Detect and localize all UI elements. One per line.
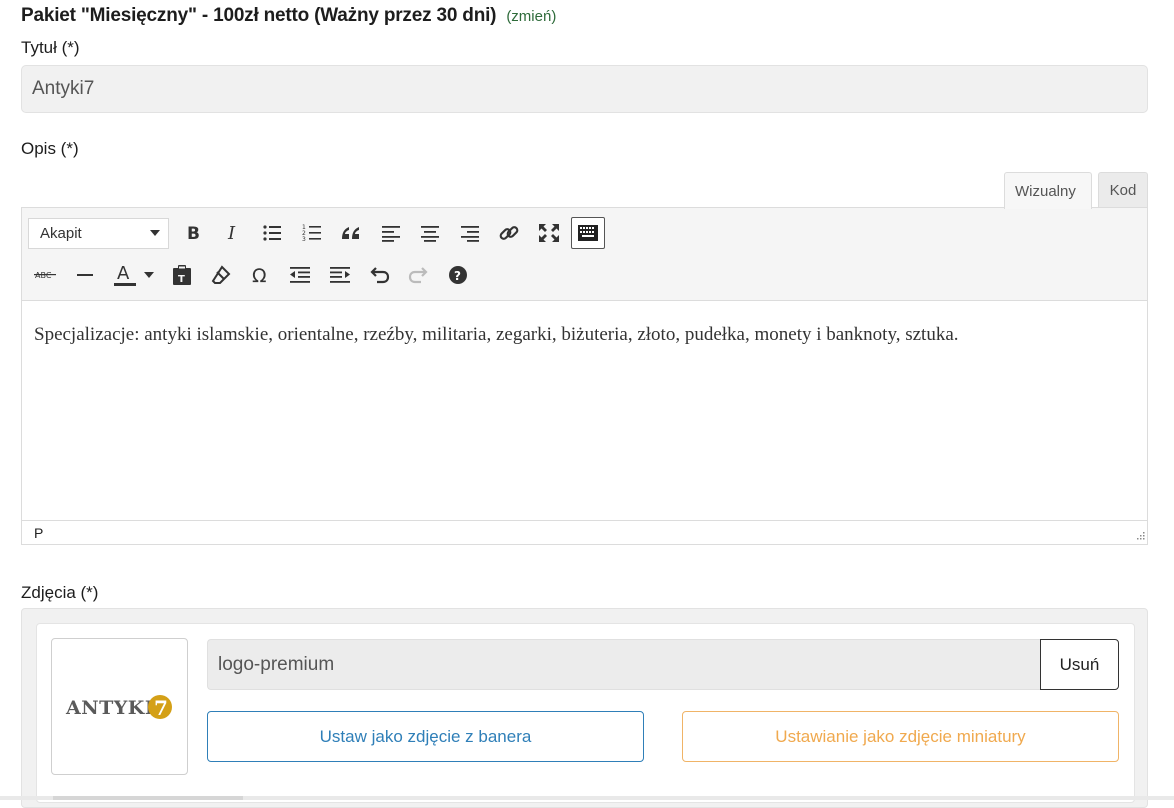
format-select-value: Akapit [40,224,82,242]
help-button[interactable]: ? [441,259,475,291]
title-input[interactable] [21,65,1148,113]
align-right-button[interactable] [453,217,487,249]
bullet-list-icon [263,225,281,241]
toolbar-row-1: Akapit B I 123 [28,216,611,250]
photos-section: ANTYKI 7 Usuń Ustaw jako zdjęcie z baner… [21,608,1148,808]
package-title: Pakiet "Miesięczny" - 100zł netto (Ważny… [21,5,497,26]
logo-number: 7 [154,696,168,720]
outdent-button[interactable] [283,259,317,291]
redo-icon [408,267,428,284]
photos-label: Zdjęcia (*) [21,583,99,602]
undo-icon [370,267,390,284]
horizontal-scrollbar[interactable] [0,796,1174,800]
description-label: Opis (*) [21,139,79,158]
bold-button[interactable]: B [176,217,210,249]
undo-button[interactable] [362,259,396,291]
blockquote-button[interactable] [334,217,368,249]
toolbar-row-2: ABC A T Ω ? [28,258,481,292]
italic-button[interactable]: I [216,217,250,249]
align-center-button[interactable] [413,217,447,249]
element-path[interactable]: P [34,525,43,541]
align-left-icon [381,226,400,242]
special-character-icon: Ω [252,265,267,285]
horizontal-line-icon [76,274,93,276]
strikethrough-icon: ABC [34,271,56,280]
editor-content[interactable]: Specjalizacje: antyki islamskie, orienta… [34,324,1135,346]
indent-icon [329,267,350,283]
format-select[interactable]: Akapit [28,217,169,249]
tab-code[interactable]: Kod [1098,172,1148,208]
clear-formatting-icon [211,265,231,284]
photo-item: ANTYKI 7 Usuń Ustaw jako zdjęcie z baner… [36,623,1135,803]
svg-text:3: 3 [302,236,306,243]
italic-icon: I [227,223,236,243]
strikethrough-button[interactable]: ABC [28,259,62,291]
antyki7-logo: ANTYKI 7 [65,694,172,720]
photo-thumbnail: ANTYKI 7 [51,638,188,775]
svg-text:ABC: ABC [35,271,52,280]
numbered-list-icon: 123 [302,224,321,243]
paste-text-icon: T [172,265,191,285]
outdent-icon [290,267,310,283]
help-icon: ? [449,266,467,284]
toolbar-toggle-button[interactable] [571,217,605,249]
clear-formatting-button[interactable] [204,259,238,291]
align-right-icon [460,226,479,242]
editor-statusbar: P [22,520,1147,544]
svg-text:Ω: Ω [252,265,267,285]
align-center-icon [421,226,439,242]
title-label: Tytuł (*) [21,38,80,57]
photo-name-input[interactable] [207,639,1041,690]
editor-toolbar: Akapit B I 123 ABC A T Ω ? [22,208,1147,301]
text-color-icon: A [114,263,136,286]
resize-handle-icon[interactable] [1133,530,1145,542]
svg-text:?: ? [454,269,461,283]
change-package-link[interactable]: (zmień) [506,8,556,25]
svg-text:B: B [187,224,200,243]
tab-visual[interactable]: Wizualny [1004,172,1092,209]
svg-text:T: T [178,274,185,285]
scrollbar-thumb[interactable] [53,796,243,800]
indent-button[interactable] [323,259,357,291]
redo-button[interactable] [402,259,436,291]
chevron-down-icon [150,230,160,236]
logo-text: ANTYKI [65,697,154,719]
numbered-list-button[interactable]: 123 [295,217,329,249]
align-left-button[interactable] [374,217,408,249]
chevron-down-icon [144,272,154,278]
paste-text-button[interactable]: T [165,259,199,291]
blockquote-icon [342,227,359,239]
horizontal-line-button[interactable] [68,259,102,291]
set-thumbnail-button[interactable]: Ustawianie jako zdjęcie miniatury [682,711,1119,762]
link-button[interactable] [492,217,526,249]
svg-text:I: I [227,223,236,243]
fullscreen-icon [538,224,559,242]
fullscreen-button[interactable] [532,217,566,249]
bold-icon: B [187,224,200,243]
link-icon [499,226,519,240]
set-banner-button[interactable]: Ustaw jako zdjęcie z banera [207,711,644,762]
special-character-button[interactable]: Ω [244,259,278,291]
svg-text:A: A [117,263,130,284]
text-color-button[interactable]: A [107,259,159,291]
package-header: Pakiet "Miesięczny" - 100zł netto (Ważny… [21,5,556,31]
remove-photo-button[interactable]: Usuń [1040,639,1119,690]
toolbar-toggle-icon [578,225,598,241]
rich-text-editor: Akapit B I 123 ABC A T Ω ? Specjalizacje… [21,207,1148,545]
bullet-list-button[interactable] [255,217,289,249]
